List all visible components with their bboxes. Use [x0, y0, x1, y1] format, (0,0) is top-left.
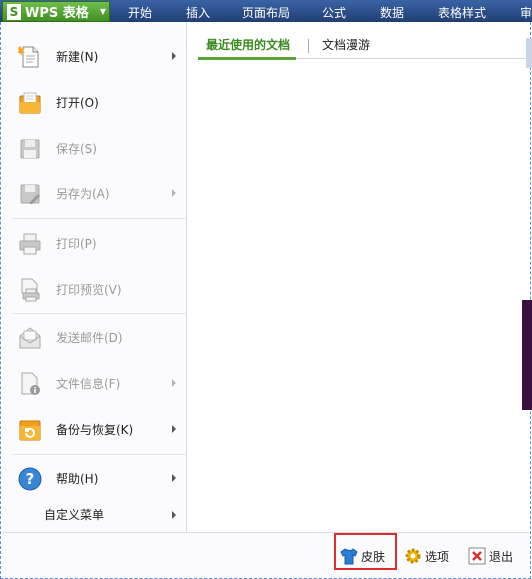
wps-app-menu-button[interactable]: S WPS 表格 ▼: [2, 1, 110, 22]
dropdown-arrow-icon: ▼: [99, 7, 106, 16]
menu-item-label: 帮助(H): [56, 472, 99, 486]
tab-review[interactable]: 审阅: [520, 0, 532, 22]
menu-item-save-as[interactable]: 另存为(A): [2, 174, 187, 214]
menu-item-label: 另存为(A): [56, 187, 110, 201]
recent-documents-panel: 最近使用的文档 文档漫游: [188, 22, 528, 532]
tab-insert[interactable]: 插入: [186, 0, 242, 22]
help-icon: ?: [18, 467, 42, 491]
gear-icon: [405, 548, 421, 564]
menu-item-label: 发送邮件(D): [56, 331, 123, 345]
menu-item-label: 文件信息(F): [56, 377, 121, 391]
skin-highlight-box: [334, 533, 397, 570]
menu-item-label: 打开(O): [56, 96, 99, 110]
bottom-action-bar: 皮肤 选项 退出: [2, 532, 529, 578]
menu-item-label: 保存(S): [56, 142, 97, 156]
mail-icon: [19, 327, 41, 349]
tab-recent-documents[interactable]: 最近使用的文档: [206, 32, 290, 58]
exit-label: 退出: [489, 549, 514, 564]
backup-restore-icon: [19, 420, 41, 441]
save-icon: [20, 139, 40, 159]
print-preview-icon: [21, 278, 40, 302]
submenu-arrow-icon: [172, 474, 176, 482]
menu-divider: [12, 313, 187, 314]
new-document-icon: [18, 46, 39, 68]
menu-item-help[interactable]: ? 帮助(H): [2, 459, 187, 499]
menu-item-label: 自定义菜单: [44, 508, 105, 522]
menu-item-label: 备份与恢复(K): [56, 423, 134, 437]
menu-item-print[interactable]: 打印(P): [2, 224, 187, 264]
svg-text:?: ?: [26, 470, 35, 488]
tab-data[interactable]: 数据: [380, 0, 438, 22]
file-info-icon: [21, 372, 40, 395]
menu-item-send-mail[interactable]: 发送邮件(D): [2, 318, 187, 358]
menu-item-new[interactable]: 新建(N): [2, 37, 187, 77]
menu-divider: [12, 454, 187, 455]
options-button[interactable]: 选项: [404, 543, 449, 569]
ribbon-bar: S WPS 表格 ▼ 开始 插入 页面布局 公式 数据 表格样式 审阅: [0, 0, 532, 22]
tab-formulas[interactable]: 公式: [322, 0, 380, 22]
tab-table-style[interactable]: 表格样式: [438, 0, 520, 22]
app-name: WPS 表格: [25, 6, 89, 21]
tab-page-layout[interactable]: 页面布局: [242, 0, 322, 22]
menu-divider: [12, 218, 187, 219]
file-menu: 新建(N) 打开(O) 保存(S) 另存为(A) 打印(P) 打印预览(V) 发…: [2, 22, 187, 532]
ribbon-tabs: 开始 插入 页面布局 公式 数据 表格样式 审阅: [112, 0, 532, 22]
menu-item-backup-restore[interactable]: 备份与恢复(K): [2, 410, 187, 450]
submenu-arrow-icon: [172, 379, 176, 387]
printer-icon: [19, 233, 41, 255]
submenu-arrow-icon: [172, 52, 176, 60]
tab-divider: [308, 39, 309, 53]
wps-logo-icon: S: [7, 3, 21, 20]
menu-item-file-info[interactable]: 文件信息(F): [2, 364, 187, 404]
menu-item-custom-menu[interactable]: 自定义菜单: [2, 503, 187, 527]
exit-button[interactable]: 退出: [468, 543, 513, 569]
active-tab-indicator: [198, 57, 296, 60]
menu-item-label: 新建(N): [56, 50, 99, 64]
submenu-arrow-icon: [172, 511, 176, 519]
exit-icon: [468, 547, 486, 565]
submenu-arrow-icon: [172, 425, 176, 433]
menu-item-label: 打印(P): [56, 237, 97, 251]
menu-item-label: 打印预览(V): [56, 283, 122, 297]
menu-item-open[interactable]: 打开(O): [2, 83, 187, 123]
options-label: 选项: [425, 549, 450, 564]
save-as-icon: [20, 184, 40, 204]
tab-home[interactable]: 开始: [128, 0, 186, 22]
menu-item-save[interactable]: 保存(S): [2, 129, 187, 169]
open-folder-icon: [19, 92, 41, 114]
tab-document-roaming[interactable]: 文档漫游: [322, 32, 370, 58]
menu-item-print-preview[interactable]: 打印预览(V): [2, 270, 187, 310]
submenu-arrow-icon: [172, 189, 176, 197]
